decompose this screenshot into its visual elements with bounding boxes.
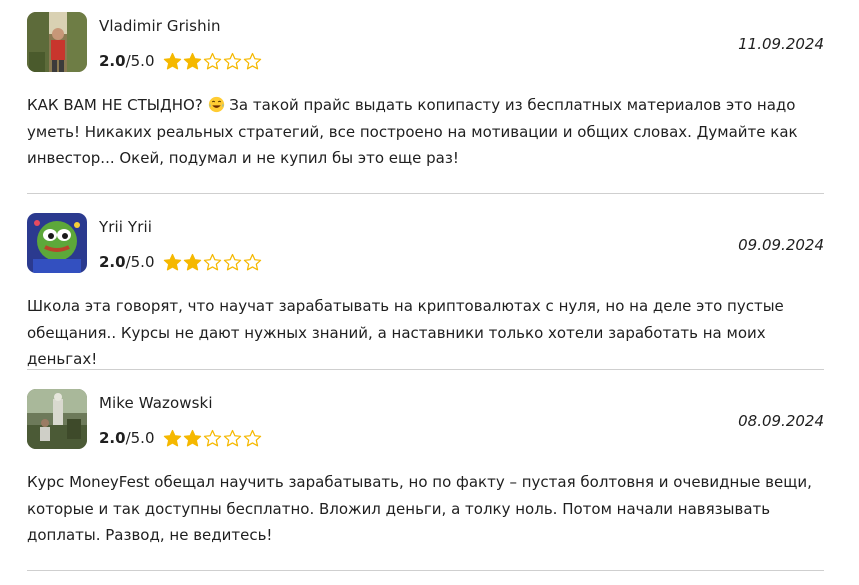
star-empty-icon (243, 253, 261, 270)
review-date: 11.09.2024 (738, 35, 824, 53)
star-empty-icon (223, 429, 241, 446)
reviewer-name[interactable]: Yrii Yrii (99, 218, 152, 236)
review-text: Курс MoneyFest обещал научить зарабатыва… (27, 473, 812, 544)
avatar[interactable] (27, 389, 87, 449)
star-filled-icon (183, 253, 201, 270)
divider (27, 193, 824, 194)
reviewer-name[interactable]: Vladimir Grishin (99, 17, 221, 35)
star-filled-icon (163, 52, 181, 69)
rating: 2.0/5.0 (99, 50, 262, 72)
star-filled-icon (183, 429, 201, 446)
star-rating (163, 253, 262, 272)
review-date: 08.09.2024 (738, 412, 824, 430)
rating-score: 2.0 (99, 52, 126, 70)
rating-max: /5.0 (125, 429, 155, 447)
rating-score: 2.0 (99, 253, 126, 271)
review-date: 09.09.2024 (738, 236, 824, 254)
reviewer-name[interactable]: Mike Wazowski (99, 394, 213, 412)
review-text: КАК ВАМ НЕ СТЫДНО? За такой прайс выдать… (27, 92, 824, 172)
rating-max: /5.0 (125, 253, 155, 271)
review-text: Школа эта говорят, что научат зарабатыва… (27, 297, 784, 368)
divider (27, 570, 824, 571)
divider (27, 369, 824, 370)
star-empty-icon (243, 429, 261, 446)
star-rating (163, 429, 262, 448)
star-empty-icon (223, 253, 241, 270)
rating-score: 2.0 (99, 429, 126, 447)
star-filled-icon (163, 429, 181, 446)
star-filled-icon (163, 253, 181, 270)
avatar[interactable] (27, 12, 87, 72)
laughing-with-tears-icon (208, 96, 224, 113)
star-empty-icon (203, 52, 221, 69)
rating-max: /5.0 (125, 52, 155, 70)
star-rating (163, 52, 262, 71)
review-text-part: КАК ВАМ НЕ СТЫДНО? (27, 96, 208, 114)
star-empty-icon (243, 52, 261, 69)
star-empty-icon (223, 52, 241, 69)
avatar[interactable] (27, 213, 87, 273)
rating: 2.0/5.0 (99, 251, 262, 273)
star-filled-icon (183, 52, 201, 69)
rating: 2.0/5.0 (99, 427, 262, 449)
star-empty-icon (203, 429, 221, 446)
star-empty-icon (203, 253, 221, 270)
